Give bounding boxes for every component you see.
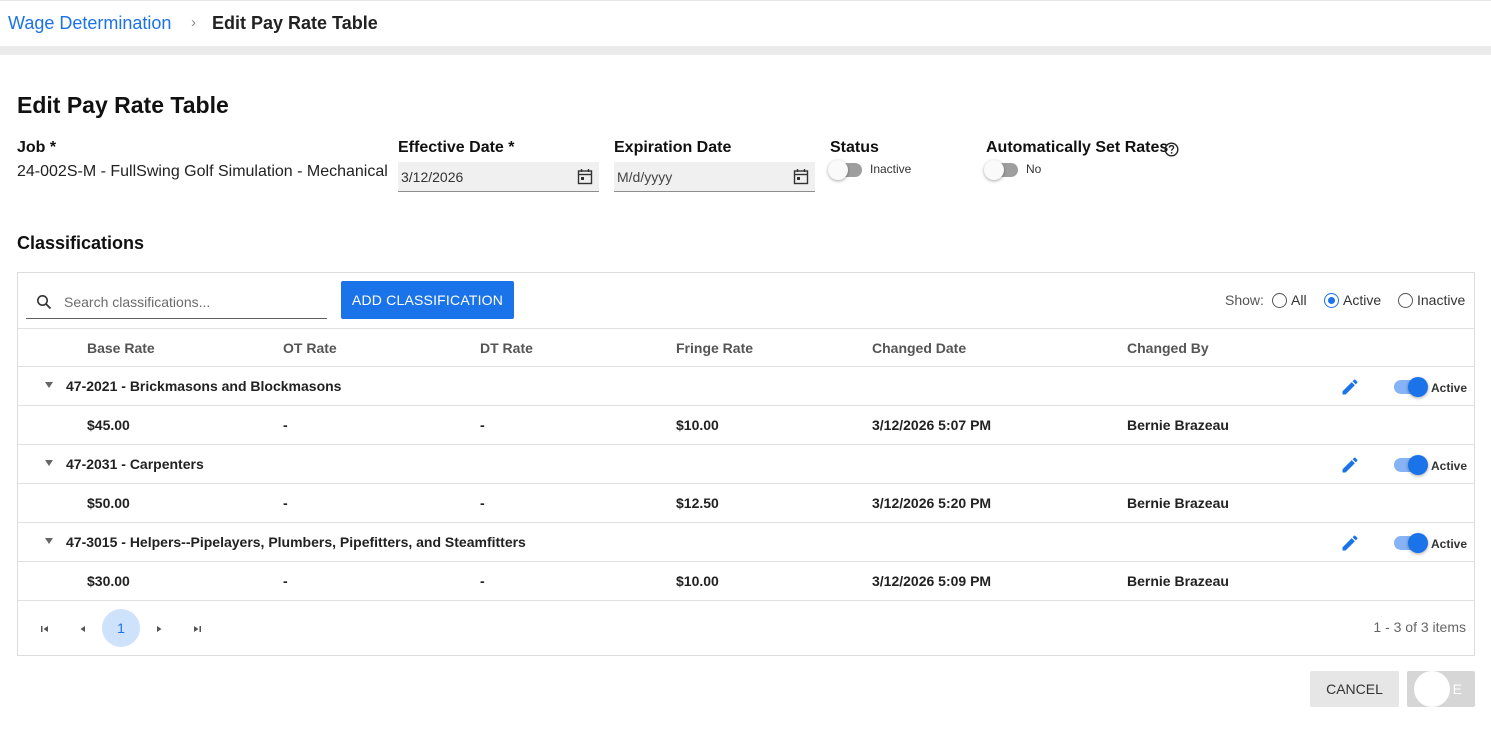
group-title: 47-3015 - Helpers--Pipelayers, Plumbers,… [66, 534, 526, 550]
filter-all-radio[interactable] [1272, 293, 1287, 308]
active-toggle[interactable] [1392, 455, 1428, 475]
search-icon [37, 295, 52, 310]
cell-dt-rate: - [480, 495, 485, 511]
cell-changed-date: 3/12/2026 5:09 PM [872, 573, 992, 589]
effective-date-label: Effective Date * [398, 139, 515, 156]
loading-overlay [1414, 671, 1450, 707]
group-row: 47-3015 - Helpers--Pipelayers, Plumbers,… [18, 523, 1474, 562]
help-icon[interactable] [1164, 142, 1179, 157]
job-label: Job * [17, 139, 57, 156]
toggle-thumb [828, 160, 848, 180]
cell-fringe-rate: $10.00 [676, 417, 719, 433]
column-header-base-rate[interactable]: Base Rate [87, 340, 155, 356]
column-header-changed-by[interactable]: Changed By [1127, 340, 1209, 356]
header-divider [0, 46, 1491, 55]
filter-inactive-label[interactable]: Inactive [1417, 292, 1465, 308]
cancel-button[interactable]: CANCEL [1310, 671, 1399, 707]
pager-info: 1 - 3 of 3 items [1373, 619, 1466, 635]
cell-ot-rate: - [283, 417, 288, 433]
calendar-icon[interactable] [577, 168, 593, 185]
group-title: 47-2031 - Carpenters [66, 456, 204, 472]
cell-fringe-rate: $12.50 [676, 495, 719, 511]
caret-down-icon[interactable] [45, 382, 53, 388]
column-header-dt-rate[interactable]: DT Rate [480, 340, 533, 356]
active-toggle[interactable] [1392, 533, 1428, 553]
previous-page-icon[interactable] [77, 623, 89, 635]
cell-base-rate: $30.00 [87, 573, 130, 589]
toggle-thumb [1408, 377, 1428, 397]
table-row: $50.00 - - $12.50 3/12/2026 5:20 PM Bern… [18, 484, 1474, 523]
effective-date-input[interactable] [398, 162, 568, 191]
expiration-date-picker [614, 162, 815, 192]
column-header-changed-date[interactable]: Changed Date [872, 340, 966, 356]
calendar-icon[interactable] [793, 168, 809, 185]
search-input[interactable] [64, 291, 319, 313]
cell-changed-date: 3/12/2026 5:07 PM [872, 417, 992, 433]
grid-header: Base Rate OT Rate DT Rate Fringe Rate Ch… [18, 328, 1474, 367]
toggle-thumb [1408, 455, 1428, 475]
cell-dt-rate: - [480, 417, 485, 433]
page-title: Edit Pay Rate Table [17, 92, 229, 118]
last-page-icon[interactable] [191, 623, 203, 635]
cell-base-rate: $45.00 [87, 417, 130, 433]
classifications-grid: ADD CLASSIFICATION Show: All Active Inac… [17, 272, 1475, 656]
table-row: $45.00 - - $10.00 3/12/2026 5:07 PM Bern… [18, 406, 1474, 445]
caret-down-icon[interactable] [45, 460, 53, 466]
filter-inactive-radio[interactable] [1398, 293, 1413, 308]
toggle-thumb [984, 160, 1004, 180]
pencil-icon[interactable] [1340, 533, 1360, 553]
auto-rates-toggle[interactable] [984, 160, 1020, 180]
toggle-thumb [1408, 533, 1428, 553]
show-filter-label: Show: [1225, 292, 1264, 308]
column-header-ot-rate[interactable]: OT Rate [283, 340, 337, 356]
job-value: 24-002S-M - FullSwing Golf Simulation - … [17, 163, 388, 180]
cell-dt-rate: - [480, 573, 485, 589]
column-header-fringe-rate[interactable]: Fringe Rate [676, 340, 753, 356]
table-row: $30.00 - - $10.00 3/12/2026 5:09 PM Bern… [18, 562, 1474, 601]
cell-ot-rate: - [283, 495, 288, 511]
breadcrumb-link-wage-determination[interactable]: Wage Determination [8, 13, 171, 34]
group-row: 47-2031 - Carpenters Active [18, 445, 1474, 484]
pencil-icon[interactable] [1340, 455, 1360, 475]
add-classification-button[interactable]: ADD CLASSIFICATION [341, 281, 514, 319]
status-toggle-label: Inactive [870, 162, 912, 176]
classifications-title: Classifications [17, 233, 145, 253]
effective-date-picker [398, 162, 599, 192]
cell-fringe-rate: $10.00 [676, 573, 719, 589]
expiration-date-label: Expiration Date [614, 139, 732, 156]
breadcrumb: Wage Determination › Edit Pay Rate Table [0, 0, 1491, 46]
cell-changed-by: Bernie Brazeau [1127, 495, 1229, 511]
auto-rates-label: Automatically Set Rates [986, 139, 1169, 156]
chevron-right-icon: › [191, 14, 196, 31]
page-number-button[interactable]: 1 [102, 609, 140, 647]
search-box [26, 285, 327, 319]
active-toggle-label: Active [1431, 459, 1468, 473]
group-row: 47-2021 - Brickmasons and Blockmasons Ac… [18, 367, 1474, 406]
status-label: Status [830, 139, 879, 156]
expiration-date-input[interactable] [614, 162, 784, 191]
auto-rates-toggle-label: No [1026, 162, 1042, 176]
group-title: 47-2021 - Brickmasons and Blockmasons [66, 378, 342, 394]
filter-active-radio[interactable] [1324, 293, 1339, 308]
cell-ot-rate: - [283, 573, 288, 589]
filter-all-label[interactable]: All [1291, 292, 1307, 308]
cell-changed-by: Bernie Brazeau [1127, 417, 1229, 433]
next-page-icon[interactable] [153, 623, 165, 635]
cell-changed-date: 3/12/2026 5:20 PM [872, 495, 992, 511]
breadcrumb-current: Edit Pay Rate Table [212, 13, 378, 33]
cell-changed-by: Bernie Brazeau [1127, 573, 1229, 589]
active-toggle-label: Active [1431, 537, 1468, 551]
status-toggle[interactable] [828, 160, 864, 180]
filter-active-label[interactable]: Active [1343, 292, 1381, 308]
cell-base-rate: $50.00 [87, 495, 130, 511]
caret-down-icon[interactable] [45, 538, 53, 544]
first-page-icon[interactable] [39, 623, 51, 635]
pencil-icon[interactable] [1340, 377, 1360, 397]
active-toggle-label: Active [1431, 381, 1468, 395]
active-toggle[interactable] [1392, 377, 1428, 397]
